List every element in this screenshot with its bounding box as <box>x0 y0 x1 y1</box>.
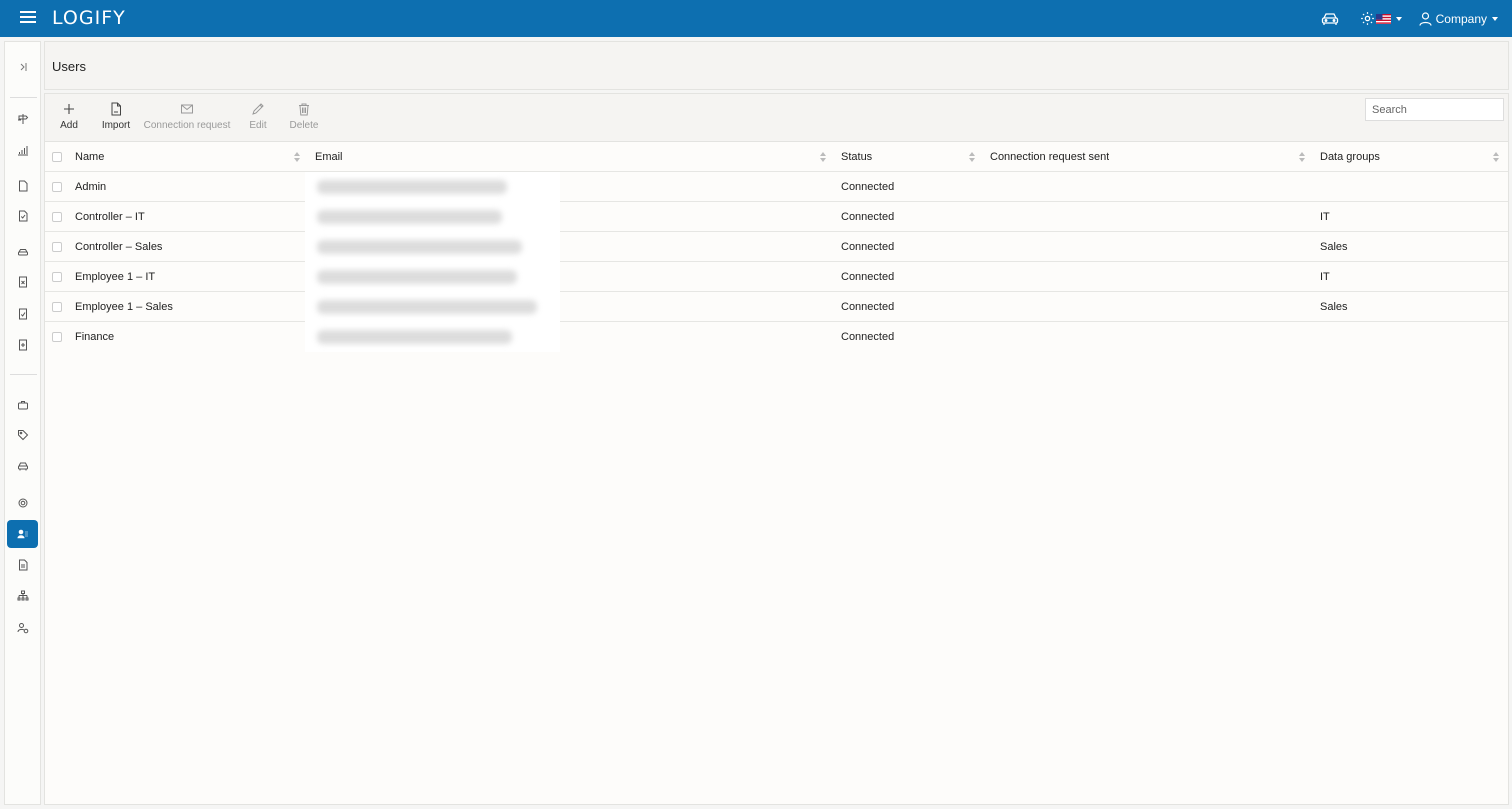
column-name[interactable]: Name <box>75 142 104 172</box>
email-redacted <box>305 262 560 292</box>
data-groups: IT <box>1320 271 1330 283</box>
tag-icon[interactable] <box>7 421 38 449</box>
delete-label: Delete <box>289 120 319 131</box>
data-groups: Sales <box>1320 301 1348 313</box>
user-status: Connected <box>841 181 895 193</box>
edit-label: Edit <box>249 120 267 131</box>
trash-icon <box>299 103 309 116</box>
search-input[interactable] <box>1365 98 1504 121</box>
briefcase-icon[interactable] <box>7 391 38 419</box>
user-status: Connected <box>841 331 895 343</box>
bar-chart-icon[interactable] <box>7 136 38 164</box>
add-button[interactable]: Add <box>57 102 81 131</box>
connection-request-label: Connection request <box>143 120 231 131</box>
top-bar: LOGIFY Company <box>0 0 1512 37</box>
sidebar <box>4 41 41 805</box>
delete-button[interactable]: Delete <box>288 102 320 131</box>
header-actions: Company <box>1313 0 1498 37</box>
user-status: Connected <box>841 271 895 283</box>
table-row[interactable]: Employee 1 – IT Connected IT <box>45 262 1508 292</box>
sort-icon[interactable] <box>294 152 300 162</box>
import-label: Import <box>101 120 131 131</box>
users-table: Name Email Status Connection request sen… <box>45 142 1508 352</box>
table-row[interactable]: Finance Connected <box>45 322 1508 352</box>
expand-icon[interactable] <box>7 53 38 81</box>
email-redacted <box>305 322 560 352</box>
table-row[interactable]: Controller – Sales Connected Sales <box>45 232 1508 262</box>
connection-request-button[interactable]: Connection request <box>142 102 232 131</box>
gear-icon[interactable] <box>7 489 38 517</box>
route-icon[interactable] <box>7 105 38 133</box>
user-name: Controller – IT <box>75 211 145 223</box>
column-connection-request-sent[interactable]: Connection request sent <box>990 142 1109 172</box>
import-button[interactable]: Import <box>99 102 133 131</box>
row-checkbox[interactable] <box>52 272 62 282</box>
document-x-icon[interactable] <box>7 268 38 296</box>
users-panel: Add Import Connection request Edit Delet… <box>44 93 1509 805</box>
sort-icon[interactable] <box>1493 152 1499 162</box>
table-row[interactable]: Admin Connected <box>45 172 1508 202</box>
settings-language-menu[interactable] <box>1355 0 1407 37</box>
email-redacted <box>305 172 560 202</box>
document-check-icon[interactable] <box>7 202 38 230</box>
table-row[interactable]: Employee 1 – Sales Connected Sales <box>45 292 1508 322</box>
chevron-down-icon <box>1395 16 1402 21</box>
column-email[interactable]: Email <box>315 142 343 172</box>
users-icon[interactable] <box>7 520 38 548</box>
toolbar: Add Import Connection request Edit Delet… <box>45 94 1508 142</box>
user-name: Finance <box>75 331 115 343</box>
car-icon[interactable] <box>1313 0 1347 37</box>
sort-icon[interactable] <box>820 152 826 162</box>
add-label: Add <box>60 120 78 131</box>
user-status: Connected <box>841 211 895 223</box>
data-groups: Sales <box>1320 241 1348 253</box>
row-checkbox[interactable] <box>52 182 62 192</box>
user-name: Employee 1 – Sales <box>75 301 173 313</box>
select-all-checkbox[interactable] <box>52 152 62 162</box>
gear-icon <box>1360 12 1374 25</box>
app-logo[interactable]: LOGIFY <box>52 7 126 29</box>
data-groups: IT <box>1320 211 1330 223</box>
report-icon[interactable] <box>7 551 38 579</box>
user-status: Connected <box>841 301 895 313</box>
edit-button[interactable]: Edit <box>246 102 270 131</box>
row-checkbox[interactable] <box>52 212 62 222</box>
company-menu[interactable]: Company <box>1419 0 1498 37</box>
user-name: Admin <box>75 181 107 193</box>
column-data-groups[interactable]: Data groups <box>1320 142 1380 172</box>
page-header: Users <box>44 41 1509 90</box>
row-checkbox[interactable] <box>52 302 62 312</box>
page-title: Users <box>52 59 86 74</box>
company-label: Company <box>1435 11 1487 26</box>
sort-icon[interactable] <box>1299 152 1305 162</box>
sort-icon[interactable] <box>969 152 975 162</box>
email-redacted <box>305 232 560 262</box>
table-row[interactable]: Controller – IT Connected IT <box>45 202 1508 232</box>
pencil-icon <box>252 103 264 115</box>
vehicle-front-icon[interactable] <box>7 238 38 266</box>
user-icon <box>1419 11 1432 26</box>
document-icon[interactable] <box>7 172 38 200</box>
row-checkbox[interactable] <box>52 332 62 342</box>
row-checkbox[interactable] <box>52 242 62 252</box>
table-header: Name Email Status Connection request sen… <box>45 142 1508 172</box>
email-redacted <box>305 292 560 322</box>
import-file-icon <box>111 102 121 116</box>
user-status: Connected <box>841 241 895 253</box>
plus-icon <box>64 104 74 114</box>
user-name: Controller – Sales <box>75 241 163 253</box>
user-settings-icon[interactable] <box>7 614 38 642</box>
envelope-icon <box>181 104 193 114</box>
user-name: Employee 1 – IT <box>75 271 156 283</box>
us-flag-icon <box>1375 13 1391 24</box>
column-status[interactable]: Status <box>841 142 872 172</box>
email-redacted <box>305 202 560 232</box>
chevron-down-icon <box>1492 16 1498 21</box>
org-chart-icon[interactable] <box>7 582 38 610</box>
checkbox-doc-icon[interactable] <box>7 300 38 328</box>
document-plus-icon[interactable] <box>7 331 38 359</box>
car-icon[interactable] <box>7 452 38 480</box>
menu-icon[interactable] <box>20 11 36 25</box>
